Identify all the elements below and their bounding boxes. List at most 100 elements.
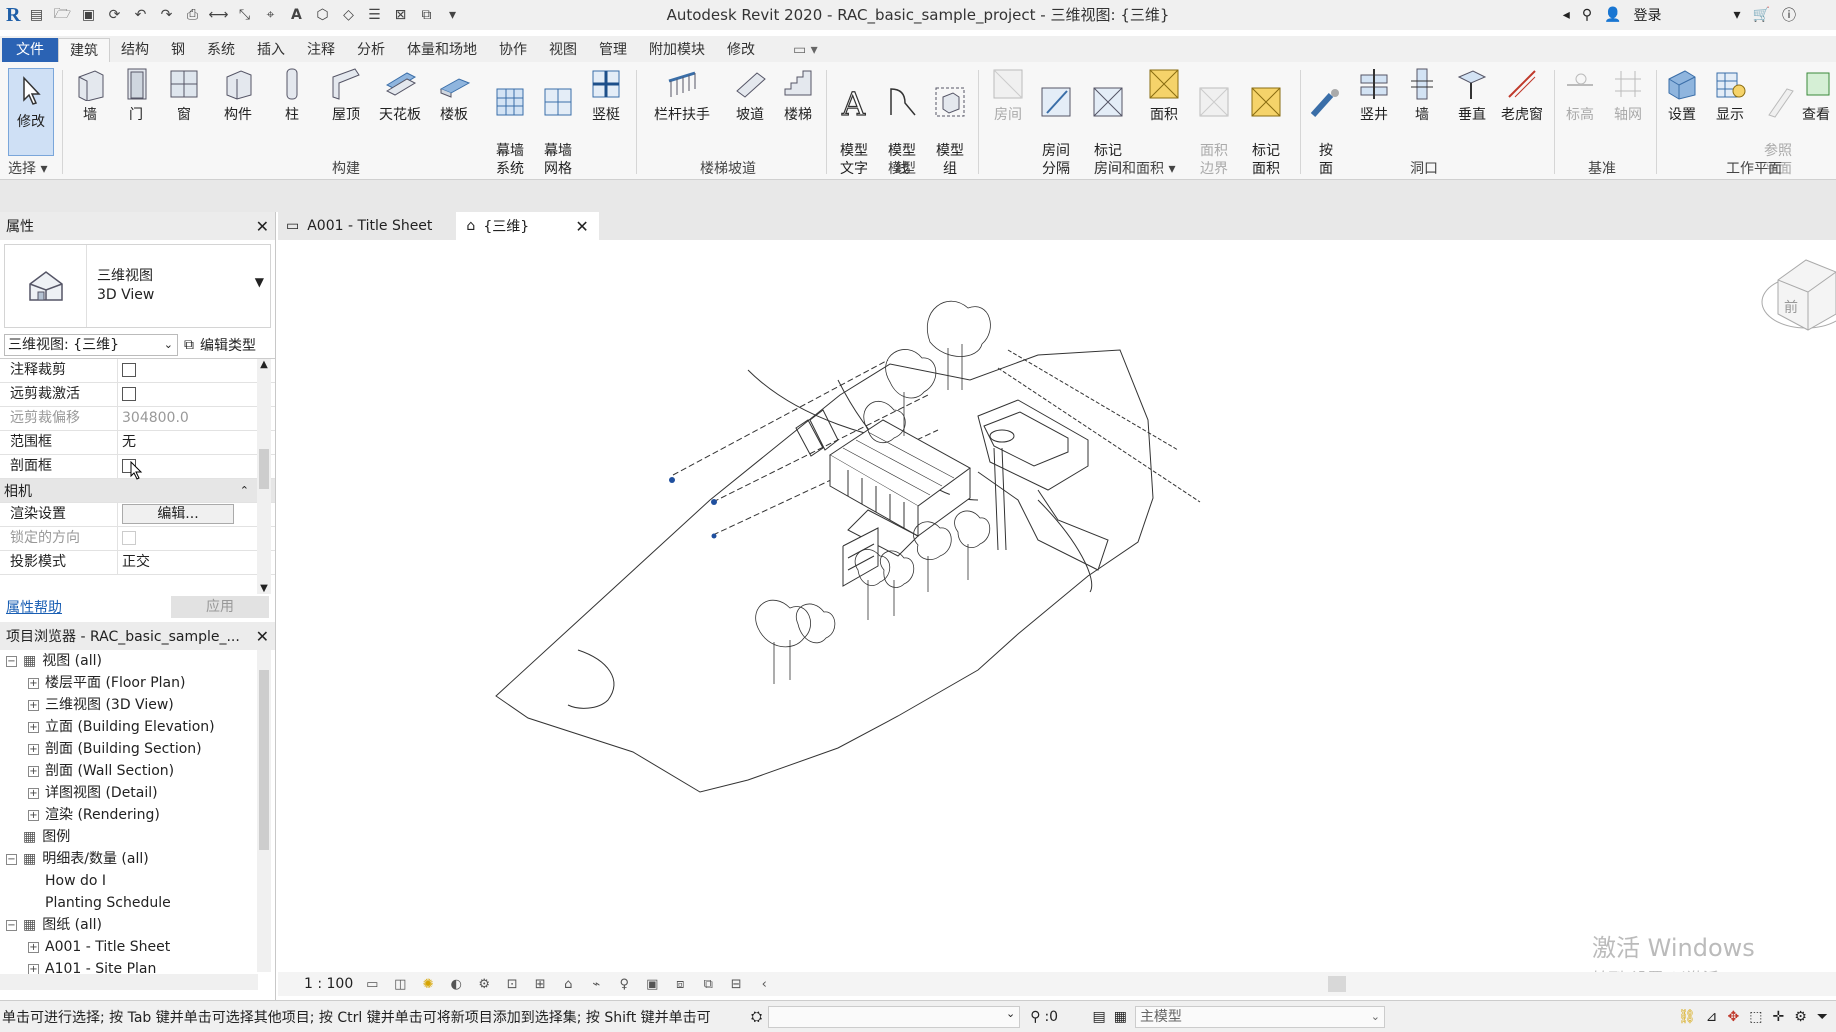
select-pinned-icon[interactable]: ✥ [1728, 1009, 1740, 1025]
drawing-canvas[interactable]: 前 [278, 240, 1836, 976]
rendering-icon[interactable]: ⚙ [475, 976, 493, 992]
user-icon[interactable]: 👤 [1604, 7, 1621, 23]
ramp-tool[interactable]: 坡道 [726, 66, 774, 124]
browser-node[interactable]: How do I [0, 870, 275, 892]
scroll-down-icon[interactable]: ▼ [257, 583, 271, 594]
worksharing-icon[interactable]: ▣ [643, 976, 661, 992]
vertical-opening-tool[interactable]: 垂直 [1448, 66, 1496, 124]
cart-icon[interactable]: 🛒 [1753, 7, 1770, 23]
type-dropdown-arrow-icon[interactable]: ▼ [255, 275, 264, 289]
area-tool[interactable]: 面积 [1140, 66, 1188, 124]
tab-massing-site[interactable]: 体量和场地 [396, 38, 488, 62]
tab-view[interactable]: 视图 [538, 38, 588, 62]
property-group-camera[interactable]: 相机 ⌃ [0, 479, 275, 503]
design-options-icon[interactable]: ▦ [1114, 1009, 1127, 1025]
3d-model-drawing[interactable]: 前 [278, 240, 1836, 976]
browser-node[interactable]: + 剖面 (Building Section) [0, 738, 275, 760]
tab-steel[interactable]: 钢 [160, 38, 196, 62]
view-cube-face[interactable] [1777, 259, 1836, 331]
door-tool[interactable]: 门 [112, 66, 160, 124]
select-underlay-icon[interactable]: ⊿ [1706, 1009, 1718, 1025]
sun-path-icon[interactable]: ✺ [419, 976, 437, 992]
properties-scrollbar[interactable]: ▲ ▼ [257, 359, 271, 594]
roof-tool[interactable]: 屋顶 [322, 66, 370, 124]
modify-button[interactable]: 修改 [8, 68, 54, 156]
instance-filter-dropdown[interactable]: 三维视图: {三维} ⌄ [4, 334, 178, 356]
mullion-tool[interactable]: 竖梃 [582, 66, 630, 124]
tag-area-tool[interactable]: 标记 面积 [1242, 66, 1290, 196]
tab-systems[interactable]: 系统 [196, 38, 246, 62]
customize-qat-icon[interactable]: ▾ [442, 5, 462, 25]
browser-horizontal-scrollbar[interactable] [0, 974, 258, 990]
close-icon[interactable]: ✕ [256, 627, 269, 646]
background-process-icon[interactable]: ⚙ [1794, 1009, 1807, 1025]
wall-opening-tool[interactable]: 墙 [1398, 66, 1446, 124]
chevron-down-icon[interactable]: ▾ [1734, 7, 1741, 23]
measure-icon[interactable]: ⟷ [208, 5, 228, 25]
revit-logo-icon[interactable]: R [6, 4, 20, 27]
view-horizontal-scrollbar[interactable] [1328, 976, 1346, 992]
temporary-hide-icon[interactable]: ⌁ [587, 976, 605, 992]
detail-level-icon[interactable]: ▭ [363, 976, 381, 992]
editing-requests-icon[interactable]: ▤ [1092, 1009, 1105, 1025]
workset-dropdown[interactable]: ⌄ [768, 1005, 1021, 1028]
tab-insert[interactable]: 插入 [246, 38, 296, 62]
browser-node[interactable]: − ▦ 图纸 (all) [0, 914, 275, 936]
show-crop-icon[interactable]: ⊞ [531, 976, 549, 992]
browser-node[interactable]: + 渲染 (Rendering) [0, 804, 275, 826]
tab-modify[interactable]: 修改 [716, 38, 766, 62]
shadows-icon[interactable]: ◐ [447, 976, 465, 992]
room-separator-tool[interactable]: 房间 分隔 [1032, 66, 1080, 196]
scroll-up-icon[interactable]: ▲ [257, 359, 271, 370]
tag-icon[interactable]: ⌖ [260, 5, 280, 25]
expand-icon[interactable]: + [28, 787, 39, 799]
sync-icon[interactable]: ⟳ [104, 5, 124, 25]
switch-windows-icon[interactable]: ⧉ [416, 5, 436, 25]
tab-3d-view[interactable]: ⌂ {三维} ✕ [456, 212, 599, 240]
tab-manage[interactable]: 管理 [588, 38, 638, 62]
tab-title-sheet[interactable]: ▭ A001 - Title Sheet [278, 212, 442, 240]
panel-room-area-label[interactable]: 房间和面积 ▾ [1094, 158, 1175, 178]
model-group-tool[interactable]: 模型 组 [926, 66, 974, 196]
aligned-dimension-icon[interactable]: ⤡ [234, 5, 254, 25]
crop-view-icon[interactable]: ⊡ [503, 976, 521, 992]
close-hidden-windows-icon[interactable]: ⊠ [390, 5, 410, 25]
close-tab-icon[interactable]: ✕ [575, 217, 588, 236]
room-tool[interactable]: 房间 [984, 66, 1032, 124]
browser-node[interactable]: + A001 - Title Sheet [0, 936, 275, 958]
expand-icon[interactable]: + [28, 677, 39, 689]
scroll-left-icon[interactable]: ‹ [755, 976, 773, 992]
tab-collaborate[interactable]: 协作 [488, 38, 538, 62]
tab-analyze[interactable]: 分析 [346, 38, 396, 62]
default-3d-view-icon[interactable]: ⬡ [312, 5, 332, 25]
wall-tool[interactable]: 墙 [66, 66, 114, 124]
by-face-tool[interactable]: 按 面 [1302, 66, 1350, 196]
section-icon[interactable]: ◇ [338, 5, 358, 25]
model-text-tool[interactable]: A 模型 文字 [830, 66, 878, 196]
worksets-icon[interactable]: ⛭ [751, 1009, 762, 1025]
filter-icon[interactable]: ⏷ [1817, 1009, 1828, 1025]
binoculars-icon[interactable]: ⚲ [1582, 7, 1592, 23]
browser-node[interactable]: − ▦ 明细表/数量 (all) [0, 848, 275, 870]
print-icon[interactable]: ⎙ [182, 5, 202, 25]
reveal-hidden-icon[interactable]: ♀ [615, 976, 633, 992]
tab-architecture[interactable]: 建筑 [58, 38, 110, 62]
help-icon[interactable]: ⓘ [1782, 5, 1796, 25]
collapse-icon[interactable]: − [6, 655, 17, 667]
collapse-icon[interactable]: − [6, 853, 17, 865]
constraints-icon[interactable]: ⊟ [727, 976, 745, 992]
dormer-tool[interactable]: 老虎窗 [1498, 66, 1546, 124]
tab-addins[interactable]: 附加模块 [638, 38, 716, 62]
temporary-view-icon[interactable]: ⧈ [671, 976, 689, 992]
stair-tool[interactable]: 楼梯 [774, 66, 822, 124]
chevron-left-icon[interactable]: ◂ [1563, 7, 1570, 23]
undo-icon[interactable]: ↶ [130, 5, 150, 25]
grid-tool[interactable]: 轴网 [1604, 66, 1652, 124]
column-tool[interactable]: 柱 [268, 66, 316, 124]
viewer-tool[interactable]: 查看 [1796, 66, 1836, 124]
recent-files-icon[interactable]: ▤ [26, 5, 46, 25]
select-by-face-icon[interactable]: ⬚ [1749, 1009, 1762, 1025]
browser-node[interactable]: Planting Schedule [0, 892, 275, 914]
tab-file[interactable]: 文件 [2, 38, 58, 62]
ceiling-tool[interactable]: 天花板 [376, 66, 424, 124]
